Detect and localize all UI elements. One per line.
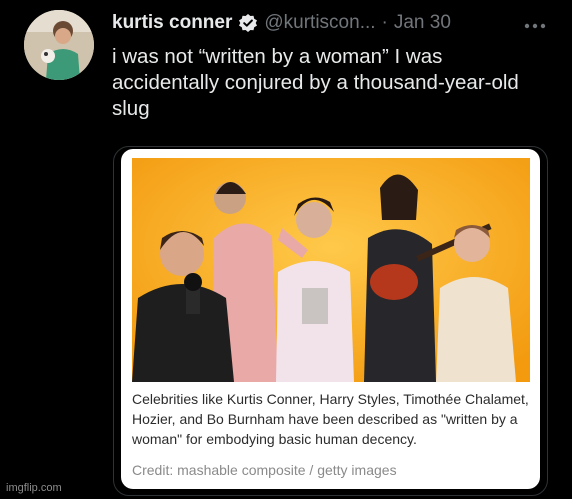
tweet-text: i was not “written by a woman” I was acc…	[112, 45, 519, 120]
verified-badge-icon	[238, 13, 258, 33]
celebrities-photo	[132, 158, 530, 382]
display-name[interactable]: kurtis conner	[112, 12, 232, 34]
imgflip-watermark: imgflip.com	[6, 482, 62, 494]
user-handle[interactable]: @kurtiscon...	[264, 12, 375, 34]
tweet-date[interactable]: Jan 30	[394, 12, 451, 34]
separator-dot: ·	[381, 12, 388, 33]
more-horizontal-icon[interactable]	[524, 12, 546, 35]
media-card[interactable]: Celebrities like Kurtis Conner, Harry St…	[113, 146, 548, 496]
avatar[interactable]	[24, 10, 94, 80]
photo-credit: Credit: mashable composite / getty image…	[132, 462, 397, 478]
photo-caption: Celebrities like Kurtis Conner, Harry St…	[132, 391, 529, 447]
article-screenshot: Celebrities like Kurtis Conner, Harry St…	[121, 149, 540, 489]
